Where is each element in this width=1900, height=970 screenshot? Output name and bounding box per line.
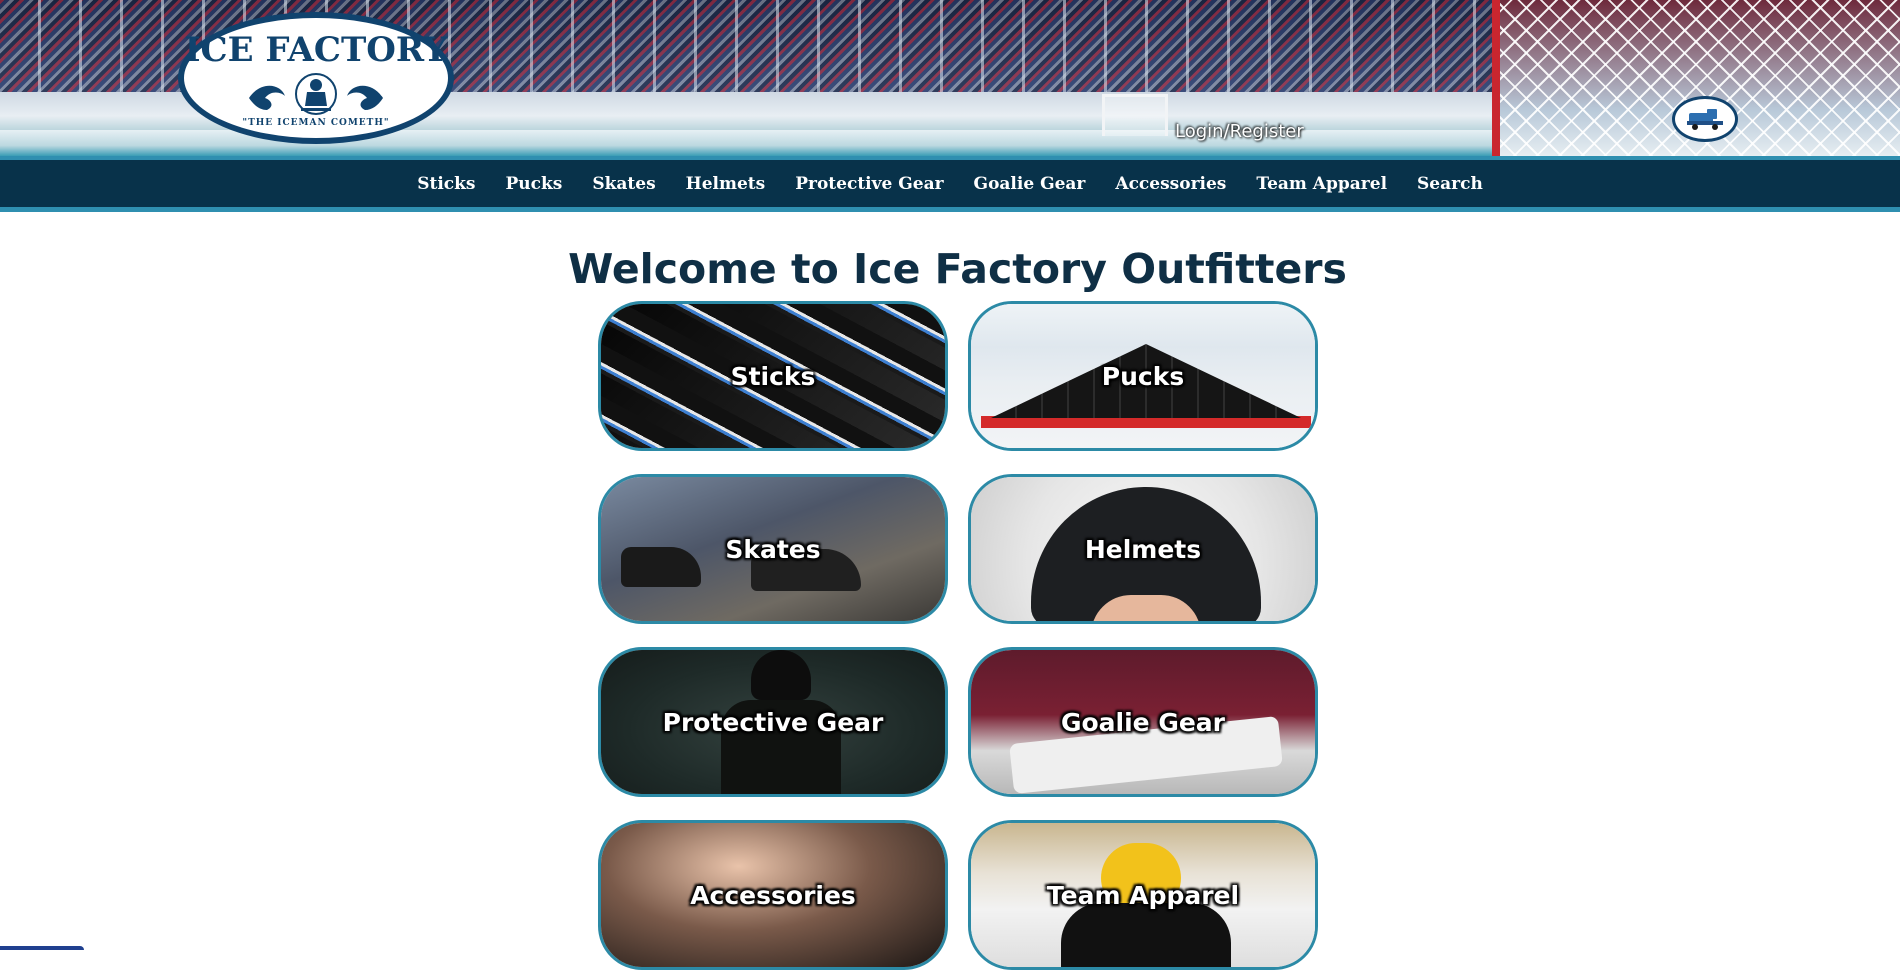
tile-label: Skates bbox=[725, 534, 821, 564]
category-tile-sticks[interactable]: Sticks bbox=[598, 301, 948, 451]
zamboni-button[interactable] bbox=[1672, 96, 1738, 142]
iceman-emblem-icon bbox=[249, 73, 383, 115]
category-tile-accessories[interactable]: Accessories bbox=[598, 820, 948, 970]
tile-label: Pucks bbox=[1101, 361, 1185, 391]
login-register-link[interactable]: Login/Register bbox=[1175, 121, 1304, 142]
nav-accessories[interactable]: Accessories bbox=[1100, 174, 1241, 194]
nav-goalie-gear[interactable]: Goalie Gear bbox=[959, 174, 1101, 194]
chat-widget-edge[interactable] bbox=[0, 946, 84, 950]
header-banner: ICE FACTORY "THE ICEMAN COMETH" Login/Re… bbox=[0, 0, 1900, 156]
page-title: Welcome to Ice Factory Outfitters bbox=[568, 245, 1347, 293]
nav-helmets[interactable]: Helmets bbox=[671, 174, 781, 194]
tile-label: Goalie Gear bbox=[1060, 707, 1226, 737]
tile-label: Accessories bbox=[690, 880, 856, 910]
main-nav: Sticks Pucks Skates Helmets Protective G… bbox=[0, 156, 1900, 212]
nav-search[interactable]: Search bbox=[1402, 174, 1498, 194]
nav-pucks[interactable]: Pucks bbox=[490, 174, 577, 194]
nav-protective-gear[interactable]: Protective Gear bbox=[780, 174, 958, 194]
site-logo[interactable]: ICE FACTORY "THE ICEMAN COMETH" bbox=[178, 12, 454, 144]
category-tile-helmets[interactable]: Helmets bbox=[968, 474, 1318, 624]
category-tile-protective-gear[interactable]: Protective Gear bbox=[598, 647, 948, 797]
category-tile-team-apparel[interactable]: Team Apparel bbox=[968, 820, 1318, 970]
tile-label: Sticks bbox=[730, 361, 816, 391]
category-tile-skates[interactable]: Skates bbox=[598, 474, 948, 624]
tile-label: Helmets bbox=[1084, 534, 1202, 564]
goal-post bbox=[1492, 0, 1500, 156]
nav-team-apparel[interactable]: Team Apparel bbox=[1241, 174, 1402, 194]
logo-title: ICE FACTORY bbox=[184, 30, 448, 70]
category-tile-goalie-gear[interactable]: Goalie Gear bbox=[968, 647, 1318, 797]
nav-sticks[interactable]: Sticks bbox=[402, 174, 490, 194]
tile-label: Team Apparel bbox=[1046, 880, 1240, 910]
zamboni-icon bbox=[1687, 109, 1723, 130]
far-goal bbox=[1102, 94, 1168, 136]
category-tile-pucks[interactable]: Pucks bbox=[968, 301, 1318, 451]
nav-skates[interactable]: Skates bbox=[577, 174, 670, 194]
tile-label: Protective Gear bbox=[662, 707, 884, 737]
logo-tagline: "THE ICEMAN COMETH" bbox=[242, 118, 390, 128]
